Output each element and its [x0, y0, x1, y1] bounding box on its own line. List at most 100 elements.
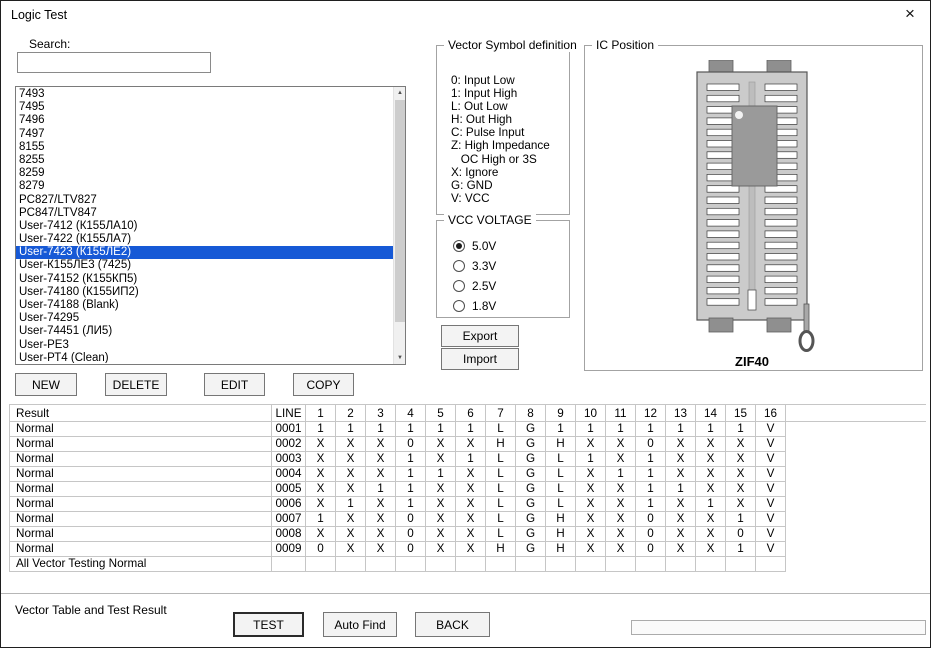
vector-symbol-lines: 0: Input Low1: Input HighL: Out LowH: Ou… [451, 74, 550, 205]
radio-icon[interactable] [453, 300, 465, 312]
vcc-option[interactable]: 5.0V [453, 236, 565, 256]
vector-cell: X [726, 452, 756, 467]
vcc-option[interactable]: 1.8V [453, 296, 565, 316]
vector-cell: X [426, 437, 456, 452]
list-item[interactable]: User-К155ЛЕ3 (7425) [16, 259, 393, 272]
row-filler [786, 437, 927, 452]
vector-symbol-line: C: Pulse Input [451, 126, 550, 139]
column-header: 3 [366, 405, 396, 422]
list-item[interactable]: User-7423 (К155ЛЕ2) [16, 246, 393, 259]
vector-cell: 1 [696, 422, 726, 437]
list-item[interactable]: 7495 [16, 101, 393, 114]
list-item[interactable]: 7493 [16, 88, 393, 101]
empty-cell [666, 557, 696, 572]
auto-find-button[interactable]: Auto Find [323, 612, 397, 637]
list-item[interactable]: PC827/LTV827 [16, 194, 393, 207]
radio-icon[interactable] [453, 260, 465, 272]
row-filler [786, 467, 927, 482]
list-item[interactable]: User-74180 (К155ИП2) [16, 286, 393, 299]
list-item[interactable]: 8259 [16, 167, 393, 180]
vector-cell: L [486, 497, 516, 512]
vector-cell: G [516, 497, 546, 512]
vector-cell: V [756, 542, 786, 557]
bottom-separator [1, 593, 931, 594]
vector-cell: X [606, 452, 636, 467]
radio-icon[interactable] [453, 240, 465, 252]
vector-cell: 0 [636, 512, 666, 527]
result-cell: Normal [10, 467, 272, 482]
vector-cell: X [366, 527, 396, 542]
list-item[interactable]: 7496 [16, 114, 393, 127]
vector-cell: L [486, 422, 516, 437]
result-cell: Normal [10, 437, 272, 452]
vector-cell: X [606, 497, 636, 512]
vector-cell: 1 [396, 482, 426, 497]
import-button[interactable]: Import [441, 348, 519, 370]
list-item[interactable]: User-РЕ3 [16, 339, 393, 352]
result-cell: Normal [10, 452, 272, 467]
empty-cell [486, 557, 516, 572]
edit-button[interactable]: EDIT [204, 373, 265, 396]
close-icon[interactable]: × [894, 1, 926, 29]
vcc-option[interactable]: 3.3V [453, 256, 565, 276]
list-item[interactable]: User-74152 (К155КП5) [16, 273, 393, 286]
vcc-options: 5.0V3.3V2.5V1.8V [453, 236, 565, 316]
list-item[interactable]: User-74295 [16, 312, 393, 325]
radio-icon[interactable] [453, 280, 465, 292]
row-filler [786, 422, 927, 437]
vector-cell: 1 [456, 422, 486, 437]
column-header: 12 [636, 405, 666, 422]
list-item[interactable]: PC847/LTV847 [16, 207, 393, 220]
table-row: Normal0001111111LG1111111V [10, 422, 927, 437]
list-item[interactable]: User-7412 (К155ЛА10) [16, 220, 393, 233]
vector-cell: X [666, 497, 696, 512]
list-item[interactable]: 8255 [16, 154, 393, 167]
vector-cell: G [516, 467, 546, 482]
delete-button[interactable]: DELETE [105, 373, 167, 396]
list-item[interactable]: 8279 [16, 180, 393, 193]
vector-cell: X [696, 452, 726, 467]
search-input[interactable] [17, 52, 211, 73]
list-item[interactable]: 8155 [16, 141, 393, 154]
copy-button[interactable]: COPY [293, 373, 354, 396]
vector-cell: V [756, 482, 786, 497]
row-filler [786, 527, 927, 542]
vector-cell: X [576, 467, 606, 482]
back-button[interactable]: BACK [415, 612, 490, 637]
list-item[interactable]: User-РТ4 (Clean) [16, 352, 393, 363]
vector-cell: 1 [576, 452, 606, 467]
list-item[interactable]: User-7422 (К155ЛА7) [16, 233, 393, 246]
vcc-option[interactable]: 2.5V [453, 276, 565, 296]
empty-cell [396, 557, 426, 572]
vector-cell: X [366, 512, 396, 527]
vector-cell: X [366, 452, 396, 467]
vector-cell: X [606, 542, 636, 557]
vector-cell: X [426, 497, 456, 512]
list-item[interactable]: User-74188 (Blank) [16, 299, 393, 312]
vector-cell: 1 [666, 422, 696, 437]
column-header: 14 [696, 405, 726, 422]
new-button[interactable]: NEW [15, 373, 77, 396]
scroll-thumb[interactable] [395, 100, 405, 322]
vector-cell: G [516, 542, 546, 557]
vector-cell: V [756, 437, 786, 452]
vector-symbol-line: G: GND [451, 179, 550, 192]
test-button[interactable]: TEST [233, 612, 304, 637]
line-cell: 0005 [272, 482, 306, 497]
vector-cell: X [576, 512, 606, 527]
list-item[interactable]: User-74451 (ЛИ5) [16, 325, 393, 338]
export-button[interactable]: Export [441, 325, 519, 347]
vector-cell: X [456, 482, 486, 497]
vector-cell: 0 [636, 437, 666, 452]
vector-cell: 1 [396, 422, 426, 437]
vector-cell: G [516, 527, 546, 542]
scroll-up-icon[interactable]: ▲ [394, 87, 406, 99]
list-scrollbar[interactable]: ▲ ▼ [393, 87, 405, 364]
scroll-down-icon[interactable]: ▼ [394, 352, 406, 364]
list-item[interactable]: 7497 [16, 128, 393, 141]
vector-cell: 1 [636, 497, 666, 512]
vector-cell: X [606, 437, 636, 452]
vector-symbol-line: V: VCC [451, 192, 550, 205]
row-filler [786, 542, 927, 557]
vector-cell: X [336, 512, 366, 527]
